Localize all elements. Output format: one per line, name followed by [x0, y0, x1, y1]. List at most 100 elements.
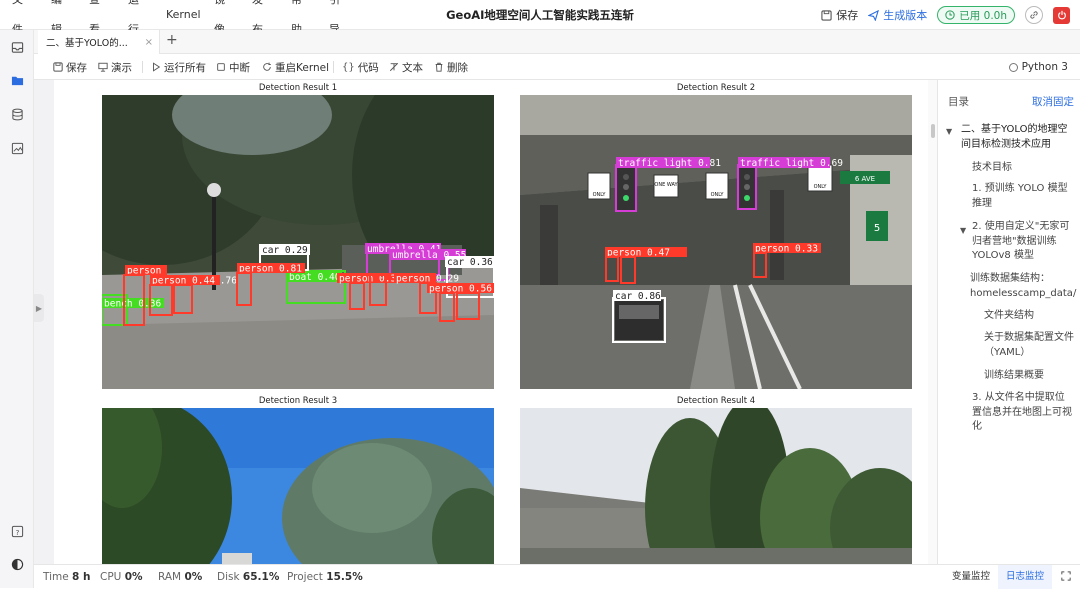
- detection-image-3: [102, 408, 494, 564]
- interrupt-button[interactable]: 中断: [216, 54, 250, 80]
- content-scrollbar[interactable]: [928, 80, 937, 564]
- run-all-button[interactable]: 运行所有: [151, 54, 206, 80]
- publish-version-button[interactable]: 生成版本: [868, 7, 927, 23]
- restart-kernel-button[interactable]: 重启Kernel: [262, 54, 329, 80]
- save-button[interactable]: 保存: [53, 54, 87, 80]
- status-project-label: Project: [287, 571, 323, 583]
- present-label: 演示: [111, 61, 132, 74]
- help-icon[interactable]: ?: [0, 521, 34, 541]
- status-ram: RAM 0%: [158, 565, 202, 589]
- status-time-label: Time: [43, 571, 69, 583]
- link-icon: [1030, 11, 1038, 19]
- interrupt-label: 中断: [229, 61, 250, 74]
- toc-item[interactable]: 技术目标: [972, 161, 1072, 176]
- notebook-toolbar: 保存 演示 运行所有 中断 重启Kernel {} 代码 文本 删除 Pytho…: [34, 54, 1080, 80]
- power-icon: [1057, 10, 1066, 20]
- expand-icon[interactable]: [1052, 570, 1080, 584]
- send-icon: [868, 9, 880, 21]
- sign-text: ONLY: [814, 184, 828, 190]
- delete-button[interactable]: 删除: [434, 54, 468, 80]
- detection-title-4: Detection Result 4: [676, 396, 756, 406]
- play-icon: [153, 62, 161, 72]
- toc-item[interactable]: 二、基于YOLO的地理空间目标检测技术应用: [961, 123, 1073, 152]
- toc-item[interactable]: 2. 使用自定义"无家可归者营地"数据训练 YOLOv8 模型: [972, 220, 1076, 264]
- refresh-icon: [263, 62, 271, 71]
- status-bar: Time 8 h CPU 0% RAM 0% Disk 65.1% Projec…: [34, 564, 1080, 589]
- kernel-idle-icon: [1008, 62, 1018, 72]
- tab-label: 二、基于YOLO的...: [46, 38, 128, 49]
- content-scroll-thumb[interactable]: [931, 124, 935, 138]
- detection-image-1: bench 0.36 boat 0.40 car 0.29 umbrella 0…: [102, 95, 494, 389]
- status-cpu: CPU 0%: [100, 565, 143, 589]
- save-icon: [821, 9, 832, 21]
- monitor-tabs: 变量监控 日志监控: [944, 565, 1080, 589]
- code-label: 代码: [357, 61, 379, 74]
- close-icon[interactable]: ×: [145, 37, 153, 48]
- usage-label: 已用 0.0h: [959, 9, 1007, 22]
- toc-item[interactable]: 1. 预训练 YOLO 模型推理: [972, 182, 1072, 211]
- toolbar-divider: [142, 61, 143, 73]
- add-tab-button[interactable]: +: [166, 32, 178, 48]
- status-ram-label: RAM: [158, 571, 182, 583]
- database-icon[interactable]: [0, 104, 34, 124]
- collapse-sidebar-handle[interactable]: ▶: [34, 294, 44, 322]
- image-icon[interactable]: [0, 138, 34, 158]
- det-label: traffic light 0.81: [618, 158, 721, 169]
- usage-badge[interactable]: 已用 0.0h: [937, 6, 1015, 24]
- add-text-button[interactable]: 文本: [389, 54, 423, 80]
- top-right-actions: 保存 生成版本 已用 0.0h: [821, 0, 1070, 30]
- status-cpu-label: CPU: [100, 571, 122, 583]
- status-cpu-value: 0%: [124, 571, 143, 583]
- detection-title-2: Detection Result 2: [676, 83, 756, 93]
- present-icon: [98, 62, 108, 72]
- toc-item[interactable]: 关于数据集配置文件（YAML）: [984, 331, 1076, 360]
- det-label: car 0.36: [447, 257, 493, 268]
- variable-monitor-tab[interactable]: 变量监控: [944, 565, 998, 589]
- toc-item[interactable]: 训练数据集结构：homelesscamp_data/: [970, 272, 1076, 301]
- detection-title-3: Detection Result 3: [258, 396, 338, 406]
- folder-icon[interactable]: [0, 70, 34, 90]
- link-button[interactable]: [1025, 6, 1043, 24]
- stop-button[interactable]: [1053, 6, 1070, 24]
- tab-notebook[interactable]: 二、基于YOLO的... ×: [38, 30, 160, 54]
- left-activity-bar: ?: [0, 30, 34, 588]
- notebook-content[interactable]: ▶ Detection Result 1 bench 0.36 boat 0.4…: [34, 80, 937, 564]
- chevron-down-icon[interactable]: ▼: [960, 226, 966, 235]
- kernel-label: Python 3: [1021, 61, 1068, 73]
- status-time: Time 8 h: [43, 565, 90, 589]
- trash-icon: [435, 62, 443, 72]
- kernel-status[interactable]: Python 3: [1008, 54, 1068, 80]
- menu-kernel[interactable]: Kernel: [166, 0, 201, 30]
- toc-item[interactable]: 文件夹结构: [984, 309, 1074, 324]
- sign-text: ONLY: [711, 192, 725, 198]
- text-label: 文本: [402, 61, 423, 74]
- det-label: car 0.86: [615, 291, 661, 302]
- status-time-value: 8 h: [72, 571, 91, 583]
- detection-image-2: ONLY ONE WAY ONLY ONLY 6 AVE 5 traffic l…: [520, 95, 912, 389]
- log-monitor-tab[interactable]: 日志监控: [997, 565, 1052, 589]
- publish-version-label: 生成版本: [883, 9, 928, 22]
- toc-unpin-button[interactable]: 取消固定: [1032, 94, 1074, 109]
- run-all-label: 运行所有: [164, 61, 206, 74]
- save-icon: [53, 62, 63, 72]
- theme-toggle-icon[interactable]: [0, 554, 34, 574]
- add-code-button[interactable]: {} 代码: [342, 54, 379, 80]
- present-button[interactable]: 演示: [98, 54, 132, 80]
- detection-image-4: [520, 408, 912, 564]
- sign-text: ONE WAY: [654, 182, 678, 188]
- text-icon: [389, 62, 399, 72]
- det-label: bench 0.36: [104, 299, 161, 310]
- delete-label: 删除: [447, 61, 468, 74]
- save-top-button[interactable]: 保存: [821, 7, 858, 23]
- table-of-contents: 目录 取消固定 ▼ 二、基于YOLO的地理空间目标检测技术应用 技术目标 1. …: [937, 80, 1080, 564]
- output-cell: Detection Result 1 bench 0.36 boat 0.40 …: [54, 80, 937, 564]
- status-project-value: 15.5%: [326, 571, 363, 583]
- toc-item[interactable]: 训练结果概要: [984, 369, 1074, 384]
- toc-item[interactable]: 3. 从文件名中提取位置信息并在地图上可视化: [972, 391, 1074, 435]
- restart-kernel-label: 重启Kernel: [275, 61, 329, 74]
- chevron-down-icon[interactable]: ▼: [946, 127, 952, 136]
- status-ram-value: 0%: [184, 571, 203, 583]
- inbox-icon[interactable]: [0, 37, 34, 57]
- status-disk-label: Disk: [217, 571, 240, 583]
- toc-title: 目录: [948, 96, 969, 108]
